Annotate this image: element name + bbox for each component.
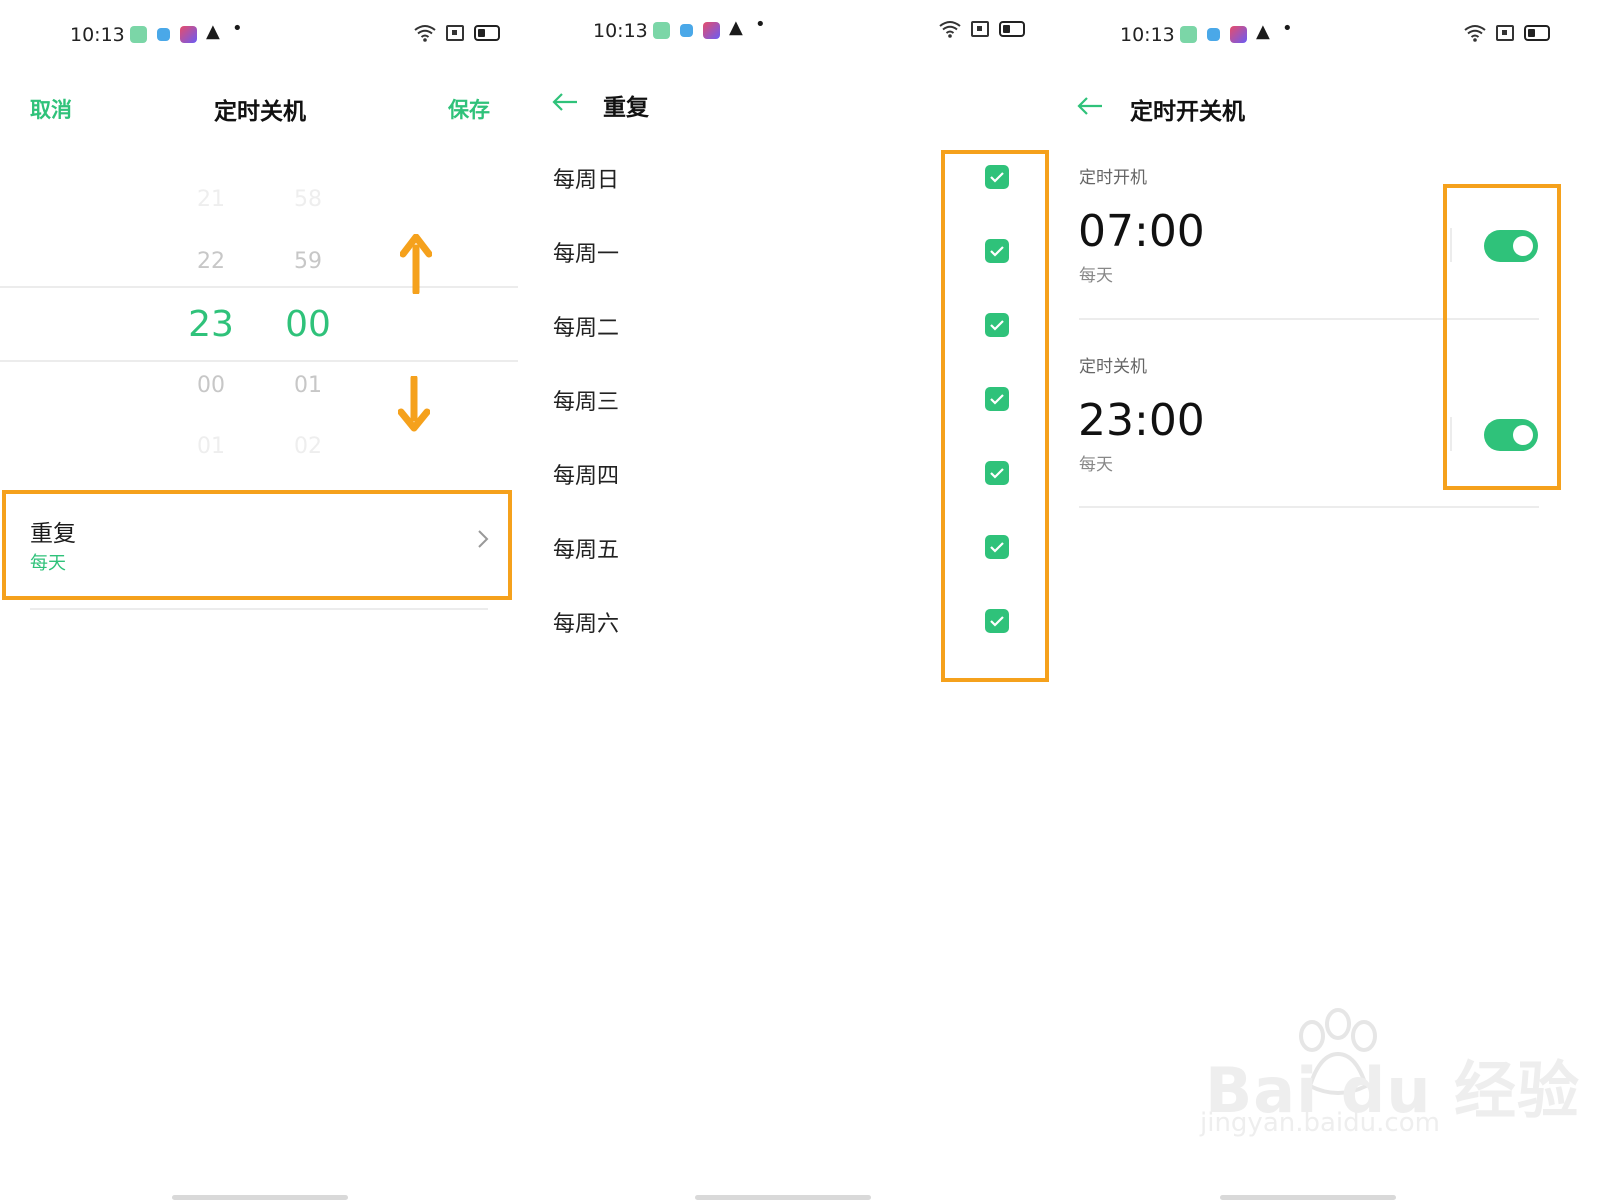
hour-option[interactable]: 01 (181, 434, 241, 459)
minute-option[interactable]: 58 (278, 187, 338, 212)
list-item-thursday[interactable]: 每周四 (553, 458, 619, 490)
warning-icon: ▲ (729, 17, 743, 38)
checkbox-sunday[interactable] (985, 165, 1009, 189)
app-notification-icon (130, 26, 147, 43)
app-notification-icon (1230, 26, 1247, 43)
check-icon (990, 616, 1004, 627)
wifi-icon (414, 25, 436, 42)
scroll-up-arrow-icon (400, 234, 432, 294)
page-title: 重复 (603, 95, 649, 121)
checkbox-monday[interactable] (985, 239, 1009, 263)
check-icon (990, 542, 1004, 553)
check-icon (990, 172, 1004, 183)
power-on-repeat: 每天 (1079, 266, 1113, 286)
back-arrow-icon[interactable] (551, 92, 579, 112)
scroll-down-arrow-icon (398, 376, 430, 432)
battery-icon (999, 21, 1025, 37)
chevron-right-icon (478, 530, 489, 548)
picker-divider (0, 286, 518, 288)
home-indicator[interactable] (1220, 1195, 1396, 1200)
status-time: 10:13 (70, 24, 125, 46)
check-icon (990, 394, 1004, 405)
save-button[interactable]: 保存 (448, 94, 490, 124)
power-off-time: 23:00 (1078, 395, 1205, 446)
power-off-repeat: 每天 (1079, 455, 1113, 475)
check-icon (990, 246, 1004, 257)
list-item-wednesday[interactable]: 每周三 (553, 384, 619, 416)
app-notification-icon (180, 26, 197, 43)
app-notification-icon (1207, 28, 1220, 41)
warning-icon: ▲ (206, 21, 220, 42)
check-icon (990, 320, 1004, 331)
wifi-icon (939, 21, 961, 38)
hour-option[interactable]: 21 (181, 187, 241, 212)
warning-icon: ▲ (1256, 21, 1270, 42)
status-bar: 10:13 ▲ • (0, 14, 533, 54)
toggle-column-highlight (1443, 184, 1561, 490)
check-icon (990, 468, 1004, 479)
repeat-screen: 10:13 ▲ • 重复 每周日 每周一 每周二 每周三 每周四 每周五 每周六 (535, 0, 1068, 1200)
picker-divider (0, 360, 518, 362)
list-item-saturday[interactable]: 每周六 (553, 606, 619, 638)
checkbox-saturday[interactable] (985, 609, 1009, 633)
app-notification-icon (703, 22, 720, 39)
list-item-tuesday[interactable]: 每周二 (553, 310, 619, 342)
repeat-row[interactable]: 重复 每天 (6, 494, 508, 596)
home-indicator[interactable] (172, 1195, 348, 1200)
minute-option[interactable]: 59 (278, 249, 338, 274)
checkbox-wednesday[interactable] (985, 387, 1009, 411)
sim-icon (971, 21, 989, 37)
status-time: 10:13 (1120, 24, 1175, 46)
page-title: 定时开关机 (1130, 99, 1245, 125)
list-item-sunday[interactable]: 每周日 (553, 162, 619, 194)
battery-icon (1524, 25, 1550, 41)
wifi-icon (1464, 25, 1486, 42)
sim-icon (446, 25, 464, 41)
timed-shutdown-screen: 10:13 ▲ • 取消 定时关机 保存 21 58 22 59 23 00 0… (0, 0, 533, 1200)
repeat-label: 重复 (30, 521, 76, 547)
power-on-label: 定时开机 (1079, 168, 1147, 188)
repeat-value: 每天 (30, 553, 66, 574)
sim-icon (1496, 25, 1514, 41)
cancel-button[interactable]: 取消 (30, 94, 72, 124)
row-divider (1079, 506, 1539, 508)
checkbox-friday[interactable] (985, 535, 1009, 559)
home-indicator[interactable] (695, 1195, 871, 1200)
watermark-url: jingyan.baidu.com (1200, 1108, 1440, 1138)
row-divider (30, 608, 488, 610)
checkbox-thursday[interactable] (985, 461, 1009, 485)
checkbox-column-highlight (941, 150, 1049, 682)
list-item-friday[interactable]: 每周五 (553, 532, 619, 564)
more-notifications-icon: • (755, 14, 766, 35)
power-on-time: 07:00 (1078, 206, 1205, 257)
back-arrow-icon[interactable] (1076, 96, 1104, 116)
power-off-label: 定时关机 (1079, 357, 1147, 377)
app-notification-icon (1180, 26, 1197, 43)
minute-option[interactable]: 02 (278, 434, 338, 459)
list-item-monday[interactable]: 每周一 (553, 236, 619, 268)
more-notifications-icon: • (232, 18, 243, 39)
more-notifications-icon: • (1282, 18, 1293, 39)
hour-option[interactable]: 22 (181, 249, 241, 274)
app-notification-icon (680, 24, 693, 37)
minute-option[interactable]: 01 (278, 373, 338, 398)
page-title: 定时关机 (214, 99, 306, 125)
battery-icon (474, 25, 500, 41)
app-notification-icon (157, 28, 170, 41)
status-bar: 10:13 ▲ • (535, 14, 1068, 54)
status-bar: 10:13 ▲ • (1070, 14, 1600, 54)
status-time: 10:13 (593, 20, 648, 42)
selected-hour[interactable]: 23 (171, 304, 251, 345)
app-notification-icon (653, 22, 670, 39)
selected-minute[interactable]: 00 (268, 304, 348, 345)
hour-option[interactable]: 00 (181, 373, 241, 398)
checkbox-tuesday[interactable] (985, 313, 1009, 337)
